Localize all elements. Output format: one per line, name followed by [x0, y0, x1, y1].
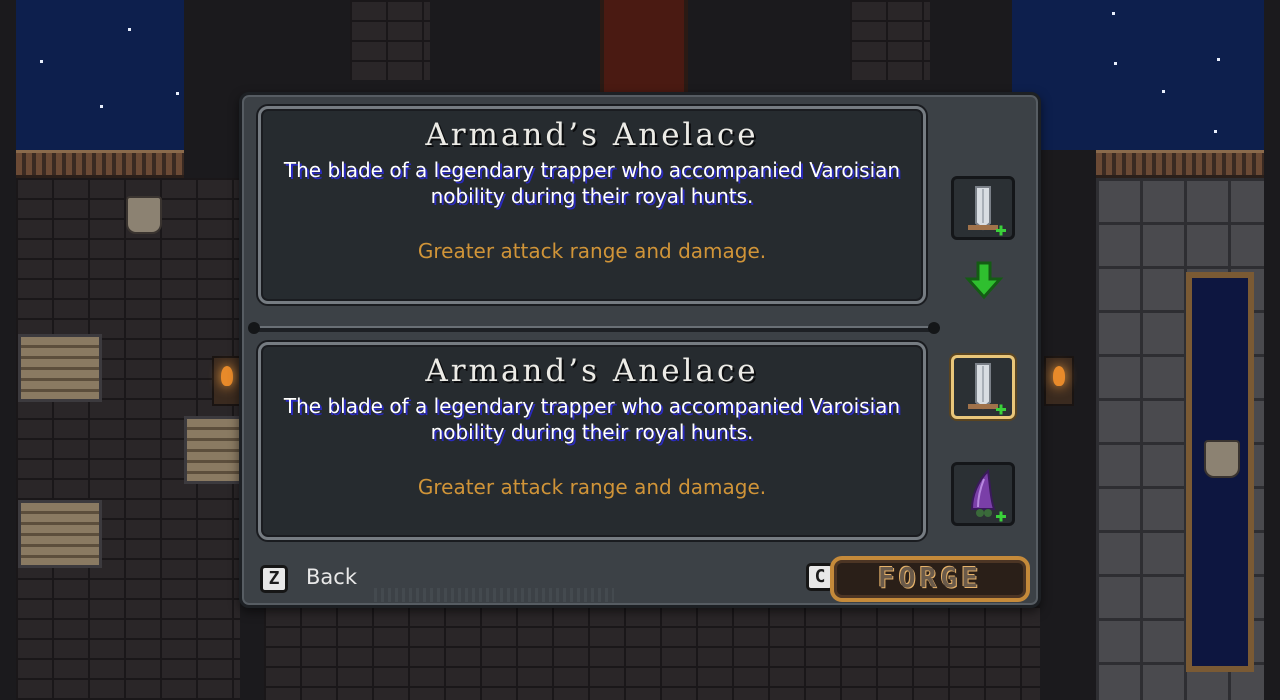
wall-torch-icon [1044, 356, 1074, 406]
current-item-description: The blade of a legendary trapper who acc… [283, 158, 901, 208]
balcony-rail-right [1096, 150, 1264, 178]
tower-left [350, 0, 430, 80]
crate [18, 334, 102, 402]
crate [18, 500, 102, 568]
dagger-icon [968, 363, 1006, 415]
star [1114, 62, 1117, 65]
equipped-weapon-slot[interactable] [951, 176, 1015, 240]
star [1214, 130, 1217, 133]
forge-button[interactable]: FORGE [830, 556, 1030, 602]
star [100, 105, 103, 108]
crate [184, 416, 242, 484]
castle-door [600, 0, 688, 96]
star [40, 60, 43, 63]
weapon-option-slot[interactable] [951, 462, 1015, 526]
selected-item-description: The blade of a legendary trapper who acc… [283, 394, 901, 444]
star [1112, 12, 1115, 15]
night-sky-left [16, 0, 184, 150]
selected-item-card: Armand’s Anelace The blade of a legendar… [258, 342, 926, 540]
selected-item-name: Armand’s Anelace [425, 353, 759, 389]
card-divider [248, 322, 940, 334]
forge-dialog: Armand’s Anelace The blade of a legendar… [239, 92, 1041, 608]
z-key-icon: Z [260, 565, 288, 593]
grass-decoration [374, 588, 614, 602]
back-button[interactable]: Back [306, 565, 357, 589]
current-item-name: Armand’s Anelace [425, 117, 759, 153]
divider-knob [928, 322, 940, 334]
night-sky-right [1012, 0, 1264, 150]
balcony-rail-left [16, 150, 184, 178]
current-item-card: Armand’s Anelace The blade of a legendar… [258, 106, 926, 304]
star [1162, 90, 1165, 93]
current-item-effect: Greater attack range and damage. [417, 239, 767, 263]
basket-pot [1204, 440, 1240, 478]
divider-knob [248, 322, 260, 334]
dagger-icon [968, 186, 1006, 236]
star [128, 28, 131, 31]
tower-right [850, 0, 930, 80]
weapon-option-slot-selected[interactable] [951, 355, 1015, 419]
purple-claw-icon [970, 468, 1006, 522]
star [176, 92, 179, 95]
brick-floor-bottom [264, 606, 1040, 700]
wall-torch-icon [212, 356, 242, 406]
basket-pot [126, 196, 162, 234]
arrow-down-icon [964, 261, 1004, 300]
star [1217, 58, 1220, 61]
selected-item-effect: Greater attack range and damage. [417, 475, 767, 499]
